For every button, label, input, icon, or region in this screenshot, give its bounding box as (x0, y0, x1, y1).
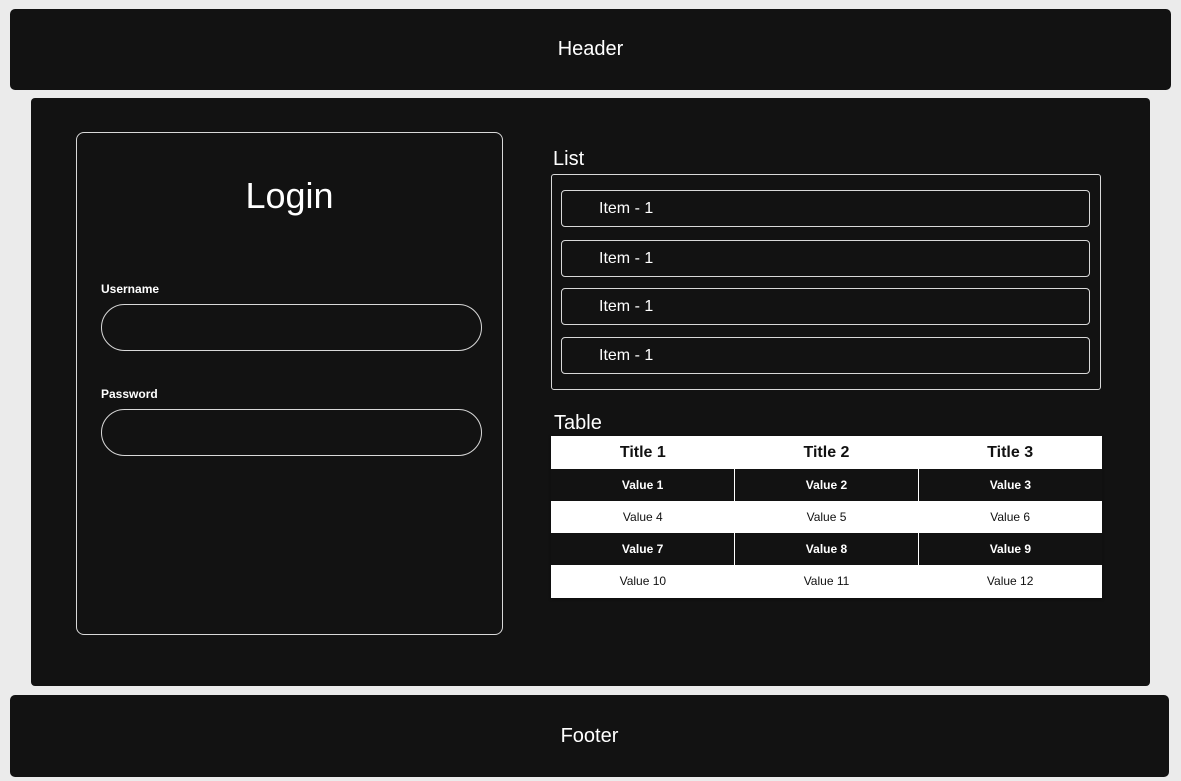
list-item[interactable]: Item - 1 (561, 288, 1090, 325)
table-row: Value 10 Value 11 Value 12 (551, 565, 1102, 597)
page-header: Header (10, 9, 1171, 90)
username-input[interactable] (101, 304, 482, 351)
list-item[interactable]: Item - 1 (561, 337, 1090, 374)
data-table: Title 1 Title 2 Title 3 Value 1 Value 2 … (551, 436, 1102, 598)
table-cell: Value 8 (734, 533, 919, 565)
table-cell: Value 1 (551, 469, 735, 501)
page-footer: Footer (10, 695, 1169, 777)
password-input[interactable] (101, 409, 482, 456)
list: Item - 1 Item - 1 Item - 1 Item - 1 (551, 174, 1101, 390)
username-label: Username (101, 282, 160, 296)
table-cell: Value 10 (551, 565, 735, 597)
table-header-cell: Title 3 (918, 436, 1102, 469)
table-cell: Value 9 (917, 533, 1102, 565)
table-cell: Value 3 (917, 469, 1102, 501)
table-cell: Value 11 (734, 565, 919, 597)
table-row: Value 4 Value 5 Value 6 (551, 501, 1102, 533)
table-row: Value 7 Value 8 Value 9 (551, 533, 1102, 565)
table-cell: Value 5 (734, 501, 919, 533)
login-card: Login Username Password (76, 132, 503, 635)
table-header-cell: Title 2 (734, 436, 919, 469)
header-label: Header (557, 38, 624, 60)
table-cell: Value 4 (551, 501, 735, 533)
table-cell: Value 2 (734, 469, 919, 501)
table-title: Table (554, 412, 602, 434)
password-label: Password (101, 387, 158, 401)
main-content: Login Username Password List Item - 1 It… (31, 98, 1150, 686)
table-header-cell: Title 1 (551, 436, 735, 469)
login-title: Login (245, 175, 334, 216)
table-cell: Value 6 (918, 501, 1102, 533)
table-header-row: Title 1 Title 2 Title 3 (551, 436, 1102, 469)
list-item[interactable]: Item - 1 (561, 240, 1090, 277)
footer-label: Footer (560, 724, 619, 747)
table-cell: Value 7 (551, 533, 735, 565)
list-item[interactable]: Item - 1 (561, 190, 1090, 227)
table-cell: Value 12 (918, 565, 1102, 597)
list-title: List (553, 148, 585, 170)
table-row: Value 1 Value 2 Value 3 (551, 469, 1102, 501)
